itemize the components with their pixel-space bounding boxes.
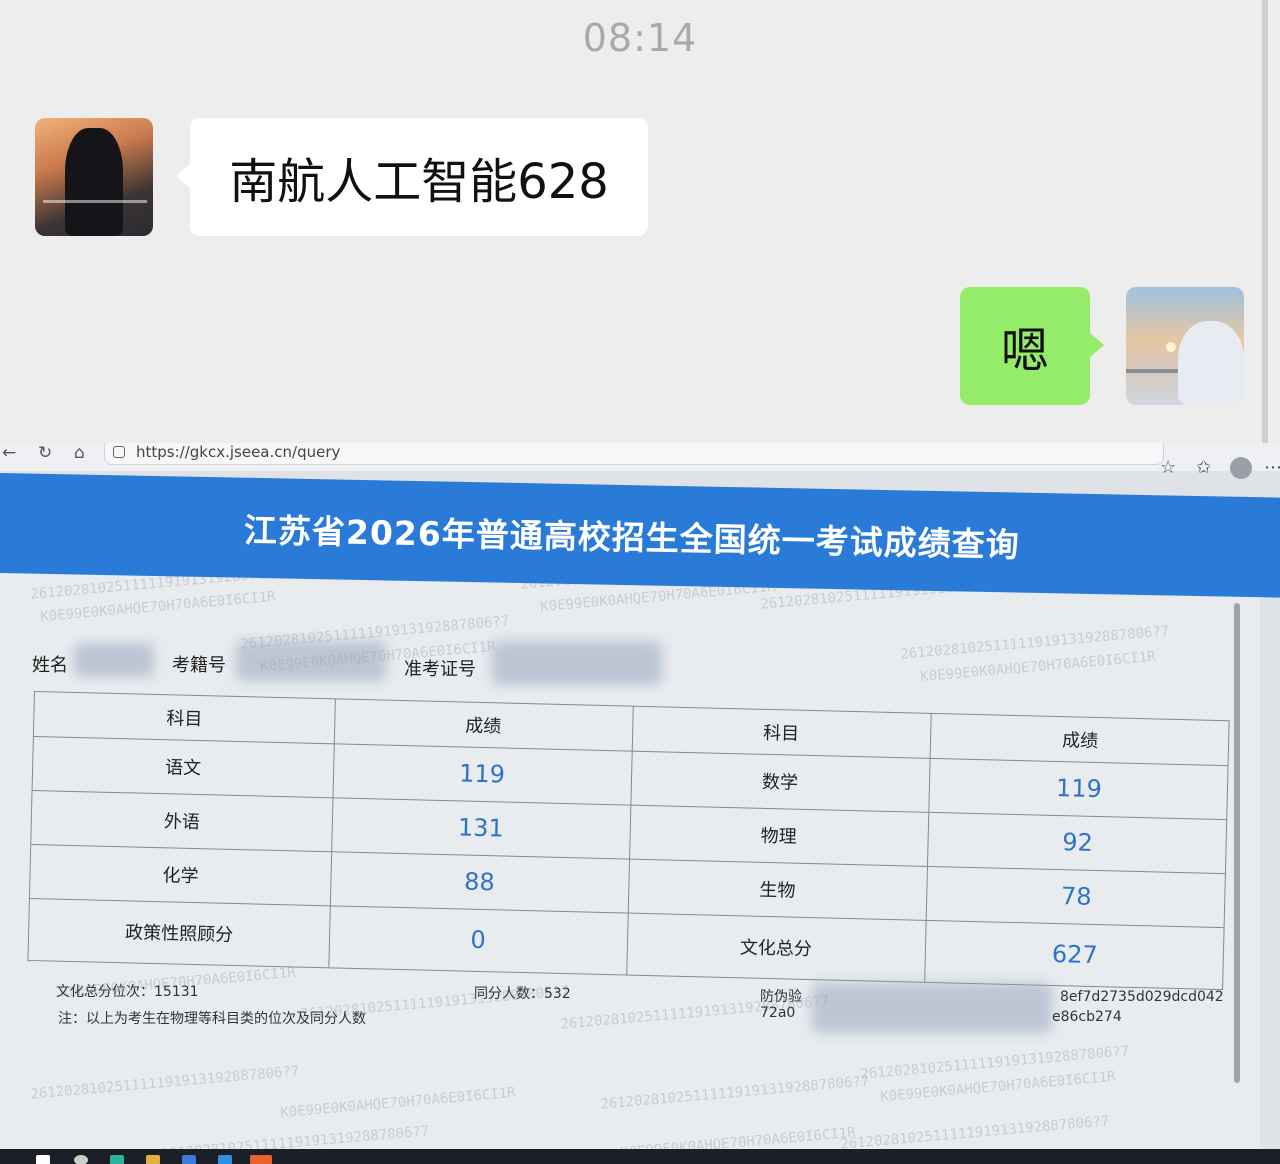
header-score: 成绩 <box>465 715 502 738</box>
subject-score: 92 <box>1061 828 1094 857</box>
page-title: 江苏省2026年普通高校招生全国统一考试成绩查询 <box>243 510 1021 565</box>
same-score-count: 同分人数：532 <box>474 986 571 1002</box>
chat-scrollbar[interactable] <box>1262 0 1268 445</box>
total-score: 627 <box>1051 939 1099 970</box>
subject-name: 语文 <box>164 757 202 780</box>
back-icon[interactable]: ← <box>2 443 16 463</box>
subject-name: 政策性照顾分 <box>124 922 234 946</box>
start-icon[interactable] <box>36 1155 50 1164</box>
anti-fake-code: 8ef7d2735d029dcd042 <box>1060 989 1224 1005</box>
header-subject: 科目 <box>166 708 203 731</box>
watermark-text: 261202810251111191913192887806?7 <box>29 1063 300 1103</box>
reg-number-label: 考籍号 <box>172 655 226 676</box>
taskbar-app-icon[interactable] <box>218 1155 232 1164</box>
avatar-sun <box>1166 342 1176 352</box>
subject-name: 化学 <box>162 865 199 888</box>
subject-score: 0 <box>470 925 487 955</box>
watermark-text: K0E99E0K0AHQE70H70A6E0I6CI1R <box>279 1084 517 1122</box>
score-table: 科目 成绩 科目 成绩 语文 119 数学 119 外语 131 物理 92 化… <box>27 691 1230 991</box>
anti-fake-redacted <box>812 983 1052 1033</box>
watermark-text: 261202810251111191913192887806?7 <box>839 1113 1110 1153</box>
browser-toolbar: ← ↻ ⌂ https://gkcx.jseea.cn/query ☆ ✩ ⋯ <box>0 443 1280 479</box>
rank-text: 文化总分位次：15131 <box>56 984 199 1000</box>
taskbar-app-icon[interactable] <box>182 1155 196 1164</box>
outgoing-message-bubble[interactable]: 嗯 <box>960 287 1104 405</box>
lock-icon <box>113 446 125 458</box>
header-subject: 科目 <box>762 722 800 745</box>
refresh-icon[interactable]: ↻ <box>38 443 52 463</box>
anti-fake-code-line2: e86cb274 <box>1052 1009 1122 1025</box>
anti-fake-prefix: 72a0 <box>760 1005 796 1021</box>
watermark-text: 261202810251111191913192887806?7 <box>599 1073 870 1113</box>
subject-name: 文化总分 <box>739 937 813 961</box>
ticket-number-redacted <box>492 641 662 685</box>
screenshot-photo: ← ↻ ⌂ https://gkcx.jseea.cn/query ☆ ✩ ⋯ … <box>0 443 1280 1164</box>
folder-icon[interactable] <box>146 1155 160 1164</box>
subject-score: 119 <box>458 759 506 789</box>
name-redacted <box>74 643 154 677</box>
subject-name: 生物 <box>759 879 796 902</box>
more-menu-icon[interactable]: ⋯ <box>1264 457 1280 478</box>
name-label: 姓名 <box>32 655 68 676</box>
subject-score: 88 <box>463 867 496 897</box>
taskbar-app-icon[interactable] <box>110 1155 124 1164</box>
anti-fake-label: 防伪验 <box>760 989 802 1005</box>
favorites-list-icon[interactable]: ✩ <box>1196 457 1211 478</box>
chat-panel: 08:14 南航人工智能628 嗯 <box>0 0 1280 445</box>
ticket-number-label: 准考证号 <box>404 659 476 680</box>
subject-score: 131 <box>457 813 505 843</box>
search-icon[interactable] <box>74 1155 88 1164</box>
avatar-caption-strip <box>43 200 147 203</box>
favorite-star-icon[interactable]: ☆ <box>1160 457 1176 478</box>
page-scrollbar[interactable] <box>1234 603 1240 1083</box>
avatar-silhouette <box>65 128 123 236</box>
home-icon[interactable]: ⌂ <box>74 443 85 463</box>
message-timestamp: 08:14 <box>582 16 698 60</box>
subject-name: 物理 <box>760 825 797 848</box>
footnote-text: 注：以上为考生在物理等科目类的位次及同分人数 <box>58 1011 366 1027</box>
header-score: 成绩 <box>1061 730 1099 753</box>
self-avatar[interactable] <box>1126 287 1244 405</box>
subject-score: 119 <box>1055 774 1103 804</box>
profile-icon[interactable] <box>1230 457 1252 479</box>
subject-name: 外语 <box>163 811 201 834</box>
reg-number-redacted <box>236 641 386 681</box>
address-url[interactable]: https://gkcx.jseea.cn/query <box>136 443 340 461</box>
taskbar-app-icon[interactable] <box>250 1155 272 1164</box>
subject-score: 78 <box>1060 882 1092 911</box>
incoming-message-bubble[interactable]: 南航人工智能628 <box>176 118 648 236</box>
subject-name: 数学 <box>761 771 799 794</box>
avatar-person <box>1178 321 1244 405</box>
contact-avatar[interactable] <box>35 118 153 236</box>
